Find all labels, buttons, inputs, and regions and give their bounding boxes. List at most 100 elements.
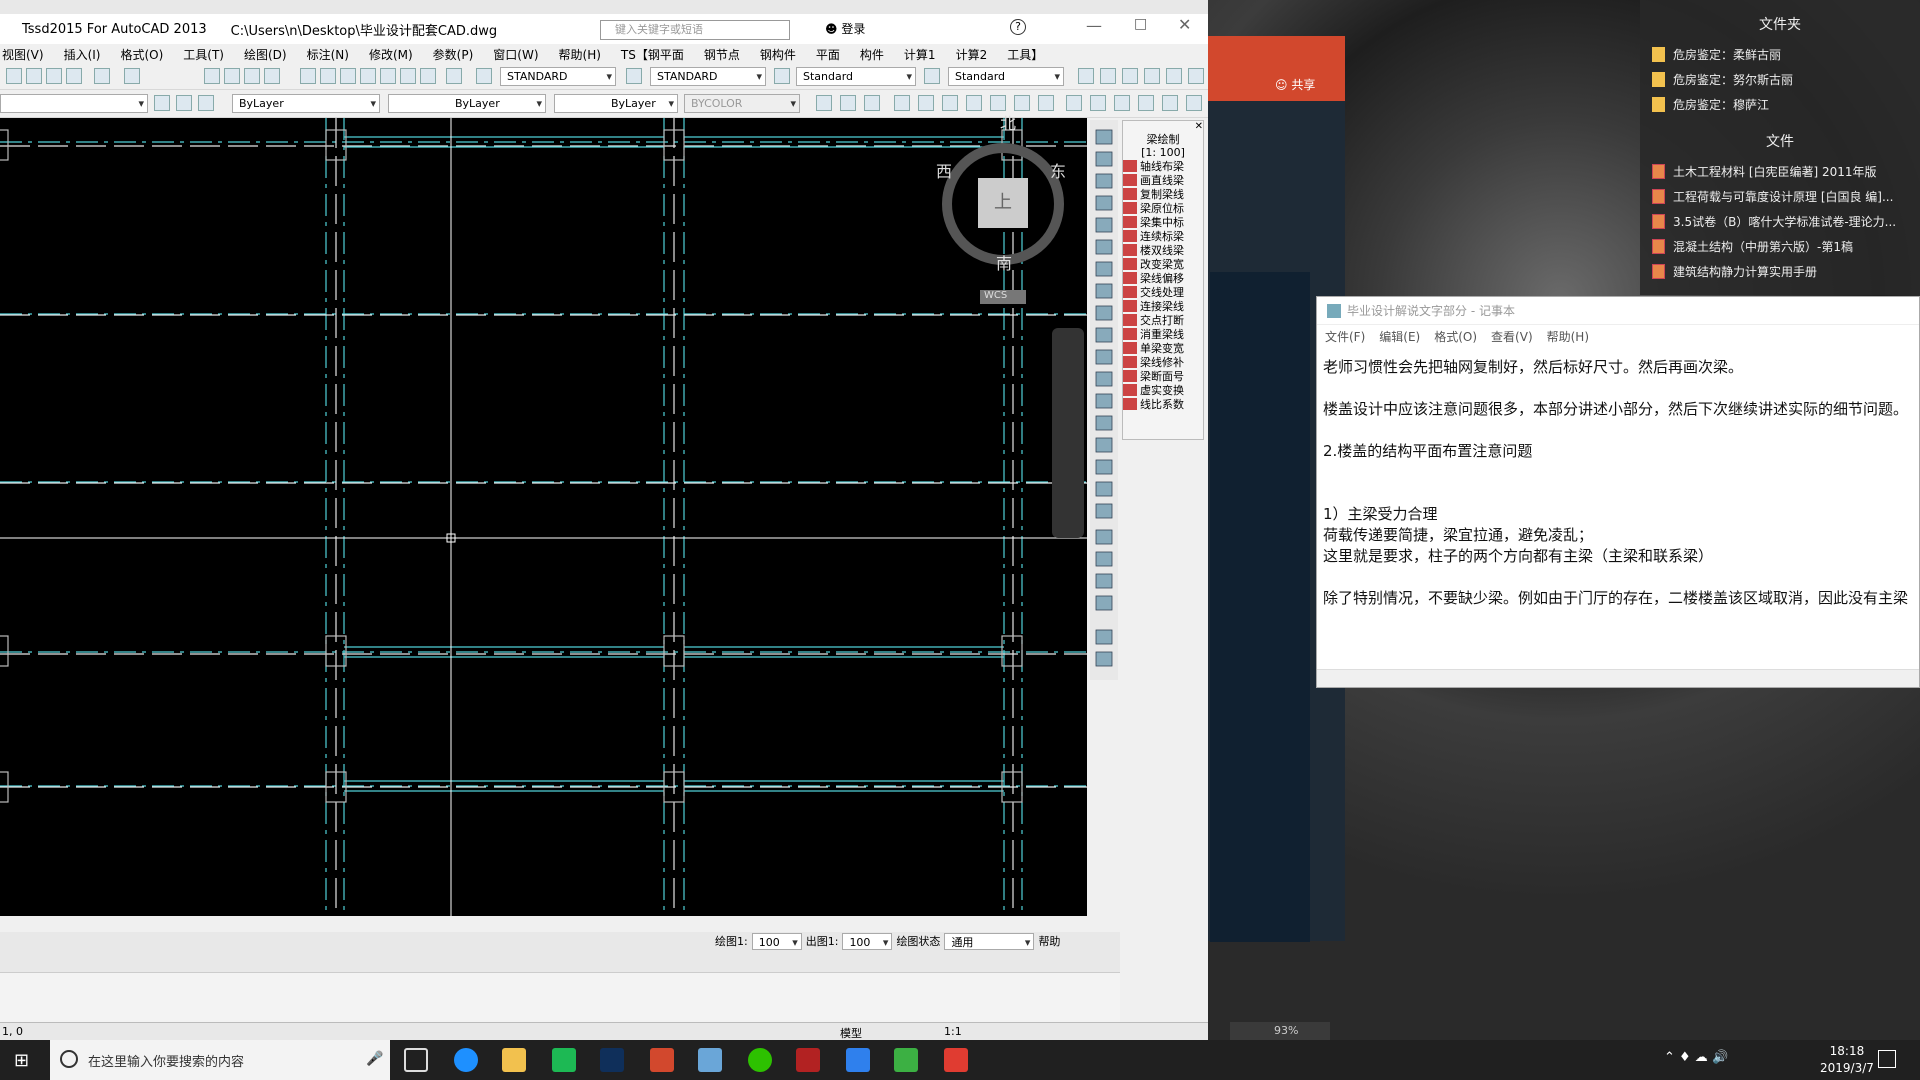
layer-previous-icon[interactable] xyxy=(176,95,192,111)
horizontal-scrollbar[interactable] xyxy=(1317,669,1919,687)
tssd-wall-icon[interactable] xyxy=(1162,95,1178,111)
layer-state-select[interactable] xyxy=(0,94,148,113)
share-button[interactable]: ☺ 共享 xyxy=(1275,76,1315,93)
photoshop-icon[interactable] xyxy=(600,1048,624,1072)
multileader-style-select[interactable]: Standard xyxy=(948,67,1064,86)
draw-scale-select[interactable]: 100 xyxy=(751,932,802,950)
wcs-label[interactable]: WCS xyxy=(984,290,1007,301)
text-style-icon[interactable] xyxy=(476,68,492,84)
lineweight-select[interactable]: ByLayer xyxy=(554,94,678,113)
menu-modify[interactable]: 修改(M) xyxy=(369,46,413,63)
feishu-icon[interactable] xyxy=(846,1048,870,1072)
tssd-rebar2-icon[interactable] xyxy=(1186,95,1202,111)
annotation-scale[interactable]: 1:1 xyxy=(944,1025,962,1038)
help-icon[interactable]: ? xyxy=(1010,19,1026,35)
text-style-select[interactable]: STANDARD xyxy=(500,67,616,86)
copy-icon[interactable] xyxy=(26,68,42,84)
cut-icon[interactable] xyxy=(6,68,22,84)
redo-icon[interactable] xyxy=(124,68,140,84)
menu-format[interactable]: 格式(O) xyxy=(120,46,163,63)
calculator-icon[interactable] xyxy=(420,68,436,84)
menu-ts-steel-plan[interactable]: TS【钢平面 xyxy=(621,46,684,63)
beam-tool-item[interactable]: 虚实变换 xyxy=(1123,383,1203,397)
beam-tool-item[interactable]: 单梁变宽 xyxy=(1123,341,1203,355)
menu-steel-member[interactable]: 钢构件 xyxy=(760,46,796,63)
beam-tool-item[interactable]: 复制梁线 xyxy=(1123,187,1203,201)
menu-steel-joint[interactable]: 钢节点 xyxy=(704,46,740,63)
close-button[interactable]: ✕ xyxy=(1178,15,1191,34)
model-tab[interactable]: 模型 xyxy=(840,1025,862,1041)
file-item[interactable]: 3.5试卷（B）喀什大学标准试卷-理论力... xyxy=(1640,209,1920,234)
tssd-leader-icon[interactable] xyxy=(1188,68,1204,84)
sheet-set-icon[interactable] xyxy=(360,68,376,84)
markup-icon[interactable] xyxy=(380,68,396,84)
viewcube-top[interactable]: 上 xyxy=(994,188,1012,214)
command-input[interactable] xyxy=(0,972,1120,1022)
file-item[interactable]: 工程荷载与可靠度设计原理 [白国良 编]... xyxy=(1640,184,1920,209)
output-scale-select[interactable]: 100 xyxy=(842,932,893,950)
taskbar-search-box[interactable]: 在这里输入你要搜索的内容 🎤 xyxy=(50,1040,390,1080)
table-style-icon[interactable] xyxy=(774,68,790,84)
beam-tool-item[interactable]: 梁集中标 xyxy=(1123,215,1203,229)
maximize-button[interactable]: □ xyxy=(1134,16,1147,32)
zoom-previous-icon[interactable] xyxy=(264,68,280,84)
plotstyle-select[interactable]: BYCOLOR xyxy=(684,94,800,113)
folder-item[interactable]: 危房鉴定：努尔斯古丽 xyxy=(1640,67,1920,92)
linetype-select[interactable]: ByLayer xyxy=(388,94,546,113)
notification-icon[interactable] xyxy=(1878,1050,1896,1068)
tssd-axis-icon[interactable] xyxy=(1066,95,1082,111)
login-button[interactable]: ☻ 登录 xyxy=(825,20,865,37)
match-properties-icon[interactable] xyxy=(66,68,82,84)
wechat-icon[interactable] xyxy=(748,1048,772,1072)
menu-tools-end[interactable]: 工具】 xyxy=(1007,46,1043,63)
undo-icon[interactable] xyxy=(94,68,110,84)
folder-item[interactable]: 危房鉴定：柔鲜古丽 xyxy=(1640,42,1920,67)
beam-tool-item[interactable]: 梁原位标 xyxy=(1123,201,1203,215)
taskbar-clock[interactable]: 18:18 2019/3/7 xyxy=(1820,1043,1874,1077)
pan-icon[interactable] xyxy=(204,68,220,84)
draw-help-button[interactable]: 帮助 xyxy=(1038,933,1060,949)
multileader-style-icon[interactable] xyxy=(924,68,940,84)
file-explorer-icon[interactable] xyxy=(502,1048,526,1072)
file-item[interactable]: 混凝土结构（中册第六版）-第1稿 xyxy=(1640,234,1920,259)
compass-south[interactable]: 南 xyxy=(996,250,1012,274)
help-search-input[interactable]: 键入关键字或短语 xyxy=(600,20,790,40)
paste-icon[interactable] xyxy=(46,68,62,84)
autocad-icon[interactable] xyxy=(796,1048,820,1072)
properties-icon[interactable] xyxy=(300,68,316,84)
menu-parametric[interactable]: 参数(P) xyxy=(433,46,474,63)
menu-view[interactable]: 视图(V) xyxy=(2,46,44,63)
powerpoint-icon[interactable] xyxy=(650,1048,674,1072)
tssd-beam-icon[interactable] xyxy=(1114,95,1130,111)
microphone-icon[interactable]: 🎤 xyxy=(366,1051,383,1067)
dimension-style-icon[interactable] xyxy=(626,68,642,84)
make-current-icon[interactable] xyxy=(198,95,214,111)
file-item[interactable]: 土木工程材料 [白宪臣编著] 2011年版 xyxy=(1640,159,1920,184)
menu-calc1[interactable]: 计算1 xyxy=(904,46,936,63)
compass-north[interactable]: 北 xyxy=(1000,110,1016,134)
system-tray-icons[interactable]: ⌃ ♦ ☁ 🔊 xyxy=(1664,1050,1728,1065)
task-view-icon[interactable] xyxy=(404,1048,428,1072)
dimension-style-select[interactable]: STANDARD xyxy=(650,67,766,86)
tssd-icon-1[interactable] xyxy=(816,95,832,111)
recorder-icon[interactable] xyxy=(944,1048,968,1072)
minimize-button[interactable]: — xyxy=(1086,16,1102,35)
tssd-icon-6[interactable] xyxy=(942,95,958,111)
tool-palette-icon[interactable] xyxy=(340,68,356,84)
beam-tool-item[interactable]: 改变梁宽 xyxy=(1123,257,1203,271)
close-icon[interactable]: ✕ xyxy=(1123,121,1203,133)
beam-tool-item[interactable]: 梁断面号 xyxy=(1123,369,1203,383)
tssd-slab-icon[interactable] xyxy=(1138,95,1154,111)
tssd-icon-9[interactable] xyxy=(1014,95,1030,111)
beam-tool-item[interactable]: 交线处理 xyxy=(1123,285,1203,299)
menu-dimension[interactable]: 标注(N) xyxy=(307,46,349,63)
tssd-plane-icon[interactable] xyxy=(1144,68,1160,84)
menu-window[interactable]: 窗口(W) xyxy=(493,46,538,63)
notepad-text-area[interactable]: 老师习惯性会先把轴网复制好，然后标好尺寸。然后再画次梁。 楼盖设计中应该注意问题… xyxy=(1317,347,1919,619)
tssd-icon-2[interactable] xyxy=(840,95,856,111)
windows-start-icon[interactable]: ⊞ xyxy=(14,1050,29,1071)
beam-tool-item[interactable]: 连接梁线 xyxy=(1123,299,1203,313)
beam-tool-item[interactable]: 楼双线梁 xyxy=(1123,243,1203,257)
color-select[interactable]: ByLayer xyxy=(232,94,380,113)
menu-draw[interactable]: 绘图(D) xyxy=(244,46,287,63)
